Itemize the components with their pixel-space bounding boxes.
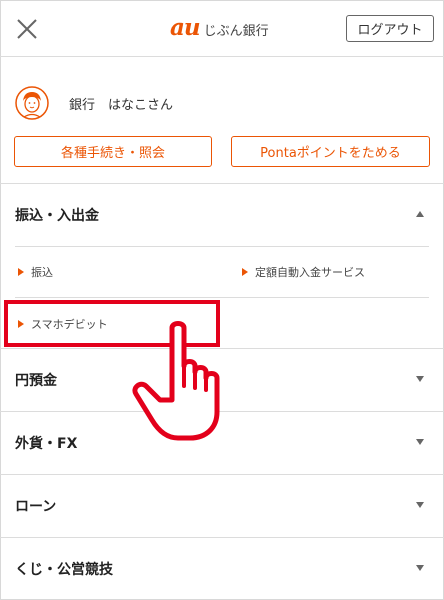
procedures-button[interactable]: 各種手続き・照会 — [14, 136, 212, 167]
divider — [15, 246, 429, 247]
triangle-right-icon — [18, 268, 24, 276]
logo-text: じぶん銀行 — [203, 24, 269, 39]
submenu-item-transfer[interactable]: 振込 — [18, 264, 53, 280]
close-button[interactable] — [14, 16, 40, 42]
logout-button[interactable]: ログアウト — [346, 15, 434, 42]
menu-category-label: 円預金 — [15, 373, 57, 389]
chevron-down-icon — [416, 565, 424, 571]
triangle-right-icon — [242, 268, 248, 276]
divider — [15, 297, 429, 298]
user-avatar-icon — [15, 86, 49, 120]
submenu-item-auto-deposit[interactable]: 定額自動入金サービス — [242, 264, 365, 280]
submenu-item-label: 定額自動入金サービス — [255, 266, 365, 279]
user-name: 銀行 はなこさん — [69, 97, 174, 113]
chevron-down-icon — [416, 502, 424, 508]
ponta-points-button[interactable]: Pontaポイントをためる — [231, 136, 430, 167]
header: au じぶん銀行 ログアウト — [0, 0, 444, 57]
menu-transfer-header[interactable]: 振込・入出金 — [0, 184, 444, 246]
submenu-item-label: 振込 — [31, 266, 53, 279]
chevron-down-icon — [416, 439, 424, 445]
menu-category-label: 外貨・FX — [15, 436, 78, 452]
chevron-up-icon — [416, 211, 424, 217]
menu-loan[interactable]: ローン — [0, 475, 444, 537]
logo-mark: au — [170, 14, 201, 41]
chevron-down-icon — [416, 376, 424, 382]
user-info: 銀行 はなこさん — [15, 86, 173, 120]
menu-lottery[interactable]: くじ・公営競技 — [0, 538, 444, 600]
menu-category-label: ローン — [15, 499, 57, 515]
brand-logo: au じぶん銀行 — [170, 15, 269, 41]
pointing-hand-icon — [132, 321, 220, 441]
menu-category-label: くじ・公営競技 — [15, 562, 113, 578]
close-icon — [17, 19, 37, 39]
menu-transfer-label: 振込・入出金 — [15, 208, 99, 224]
